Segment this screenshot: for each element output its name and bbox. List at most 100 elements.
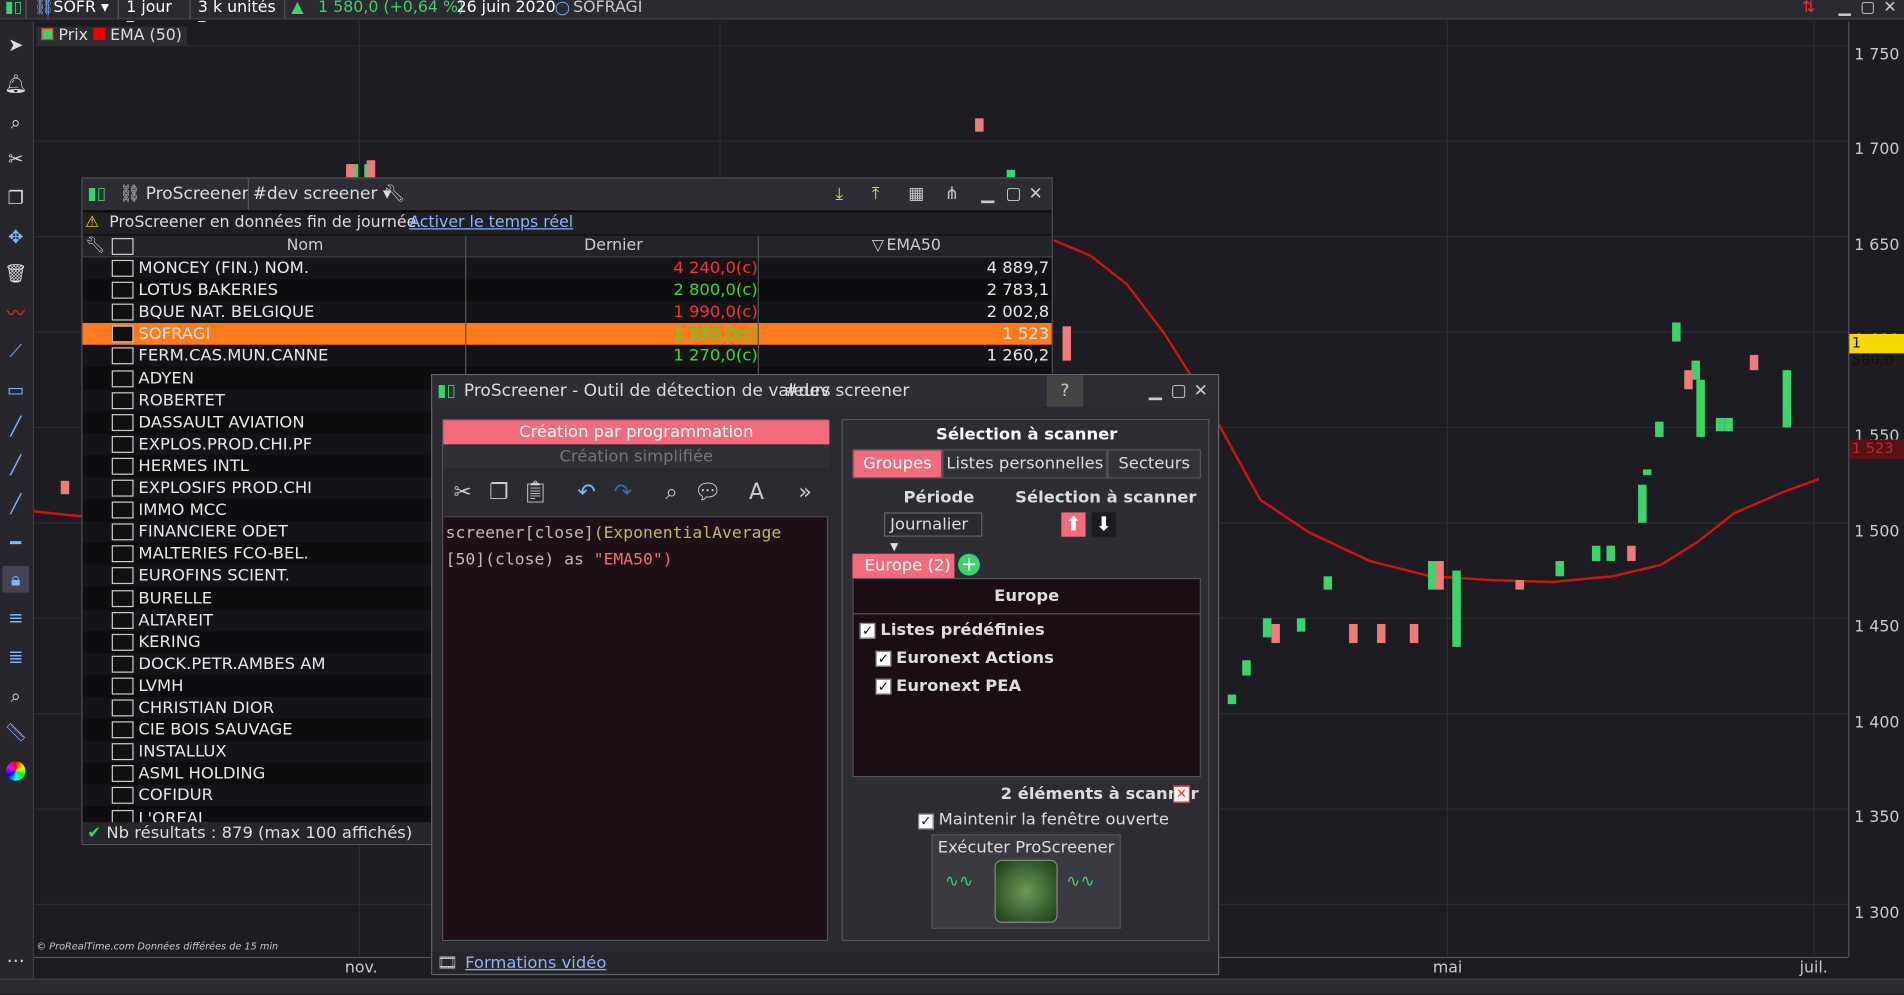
chart-thumb-icon[interactable] (111, 281, 134, 299)
table-row[interactable]: SOFRAGI 1 580,0(c) 1 523 (82, 323, 1052, 346)
chart-thumb-icon[interactable] (111, 391, 134, 409)
close-icon[interactable]: ✕ (1194, 375, 1208, 407)
chart-thumb-icon[interactable] (111, 523, 134, 541)
chart-thumb-icon[interactable] (111, 347, 134, 365)
maximize-icon[interactable]: ▢ (1171, 375, 1187, 407)
proscreener-titlebar[interactable]: ▮▯ ⛓ ProScreener #dev screener ▾ 🔧︎ ⤓ ⤒ … (82, 178, 1052, 211)
copy-icon[interactable]: ❐ (2, 185, 29, 212)
chart-thumb-icon[interactable] (111, 545, 134, 563)
tab-simplified[interactable]: Création simplifiée (443, 444, 830, 469)
rectangle-icon[interactable]: ▭ (2, 376, 29, 403)
close-icon[interactable]: ✕ (1883, 0, 1896, 17)
alert-bell-icon[interactable]: 🔔︎ (2, 70, 29, 97)
realtime-link[interactable]: Activer le temps réel (409, 213, 573, 235)
horizontal-line-icon[interactable]: ━ (2, 529, 29, 556)
segment-icon[interactable]: ╱ (2, 491, 29, 518)
ray-icon[interactable]: ╱ (2, 452, 29, 479)
add-icon[interactable]: + (958, 553, 980, 576)
undo-icon[interactable]: ↶ (572, 478, 601, 507)
chart-thumb-icon[interactable] (111, 325, 134, 343)
units-select[interactable]: 3 k unités ▾ (193, 0, 286, 33)
zoom-icon[interactable]: ⌕ (2, 109, 29, 136)
table-row[interactable]: LOTUS BAKERIES 2 800,0(c) 2 783,1 (82, 279, 1052, 302)
sort-arrows-icon[interactable]: ⇅ (1802, 0, 1815, 17)
video-link[interactable]: Formations vidéo (465, 952, 606, 974)
chart-thumb-icon[interactable] (111, 655, 134, 673)
price-axis[interactable]: 1 7501 7001 6501 6001 5501 5001 4501 400… (1848, 21, 1904, 957)
move-icon[interactable]: ✥ (2, 223, 29, 250)
paste-icon[interactable]: 📋︎ (521, 478, 550, 507)
download-icon[interactable]: ⤓ (835, 179, 843, 211)
cursor-icon[interactable]: ➤ (2, 32, 29, 59)
cut-icon[interactable]: ✂ (448, 478, 477, 507)
trend-icon[interactable]: ⟋ (2, 338, 29, 365)
tools-icon[interactable]: ✂ (2, 146, 29, 173)
color-wheel-icon[interactable] (2, 758, 29, 785)
lock-icon[interactable]: 🔒︎ (2, 565, 30, 593)
magnifier-icon[interactable]: ⌕ (2, 682, 29, 709)
font-size-icon[interactable]: A (742, 478, 771, 507)
clear-icon[interactable]: ✕ (1173, 785, 1191, 803)
search-icon[interactable]: ⌕ (657, 478, 686, 507)
chart-thumb-icon[interactable] (111, 501, 134, 519)
wrench-icon[interactable]: 🔧︎ (384, 179, 406, 211)
tab-programming[interactable]: Création par programmation (443, 420, 830, 445)
chart-thumb-icon[interactable] (111, 721, 134, 739)
candle-icon[interactable]: ▮▯ (0, 0, 27, 20)
arrow-down-icon[interactable]: ⬇ (1091, 512, 1116, 537)
chart-thumb-icon[interactable] (111, 765, 134, 783)
chart-thumb-icon[interactable] (111, 699, 134, 717)
chart-thumb-icon[interactable] (111, 435, 134, 453)
chart-thumb-icon[interactable] (111, 743, 134, 761)
chart-thumb-icon[interactable] (111, 611, 134, 629)
chart-thumb-icon[interactable] (111, 457, 134, 475)
indicator-icon[interactable]: 〰 (2, 299, 29, 326)
fibonacci-icon[interactable]: ≡ (2, 605, 29, 632)
chart-thumb-icon[interactable] (111, 479, 134, 497)
col-dernier-header[interactable]: Dernier (584, 236, 643, 258)
link-icon[interactable]: ⛓ (119, 179, 141, 211)
table-row[interactable]: MONCEY (FIN.) NOM. 4 240,0(c) 4 889,7 (82, 257, 1052, 280)
seg-groupes[interactable]: Groupes (852, 449, 943, 479)
code-text[interactable]: screener[close](ExponentialAverage [50](… (446, 520, 827, 573)
wrench-icon[interactable]: 🔧︎ (85, 236, 105, 258)
maximize-icon[interactable]: ▢ (1005, 179, 1021, 211)
col-ema-header[interactable]: EMA50 (886, 236, 940, 258)
redo-icon[interactable]: ↷ (608, 478, 637, 507)
screener-select[interactable]: #dev screener ▾ (247, 178, 391, 211)
upload-icon[interactable]: ⤒ (872, 179, 880, 211)
expand-icon[interactable]: » (791, 478, 820, 507)
seg-listes[interactable]: Listes personnelles (942, 449, 1108, 479)
tool-titlebar[interactable]: ▮▯ ProScreener - Outil de détection de v… (432, 375, 1218, 407)
close-icon[interactable]: ✕ (1029, 179, 1043, 211)
checkbox-listes[interactable]: ✓ (859, 622, 876, 639)
comment-icon[interactable]: 💬︎ (693, 478, 722, 507)
checkbox-keep-open[interactable]: ✓ (918, 813, 934, 830)
group-tag[interactable]: Europe (2) (852, 553, 955, 579)
link-icon[interactable]: ⛓ (29, 0, 54, 20)
chart-thumb-icon[interactable] (111, 369, 134, 387)
trash-icon[interactable]: 🗑︎ (2, 260, 29, 287)
maximize-icon[interactable]: ▢ (1860, 0, 1875, 17)
minimize-icon[interactable]: ▁ (1149, 375, 1162, 407)
ruler-icon[interactable]: 📏︎ (2, 719, 29, 746)
chart-thumb-icon[interactable] (111, 787, 134, 805)
col-nom-header[interactable]: Nom (287, 236, 324, 258)
checkbox-euronext-pea[interactable]: ✓ (875, 678, 892, 695)
chart-thumb-icon[interactable] (111, 633, 134, 651)
share-icon[interactable]: ⋔ (945, 179, 959, 211)
seg-secteurs[interactable]: Secteurs (1107, 449, 1201, 479)
minimize-icon[interactable]: ▁ (981, 179, 994, 211)
layout-icon[interactable]: ▦ (908, 179, 924, 211)
checkbox-euronext-actions[interactable]: ✓ (875, 650, 892, 667)
more-icon[interactable]: ⋯ (2, 947, 29, 974)
execute-button[interactable]: Exécuter ProScreener ∿∿ ∿∿ (931, 834, 1121, 929)
chart-thumb-icon[interactable] (111, 413, 134, 431)
chart-thumb-icon[interactable] (111, 303, 134, 321)
symbol-select[interactable]: SOFR ▾ (49, 0, 120, 20)
arrow-up-icon[interactable]: ⬆ (1061, 512, 1086, 537)
copy-icon[interactable]: ❐ (485, 478, 514, 507)
chart-thumb-icon[interactable] (111, 567, 134, 585)
help-icon[interactable]: ? (1046, 375, 1084, 407)
minimize-icon[interactable]: ▁ (1838, 0, 1850, 17)
